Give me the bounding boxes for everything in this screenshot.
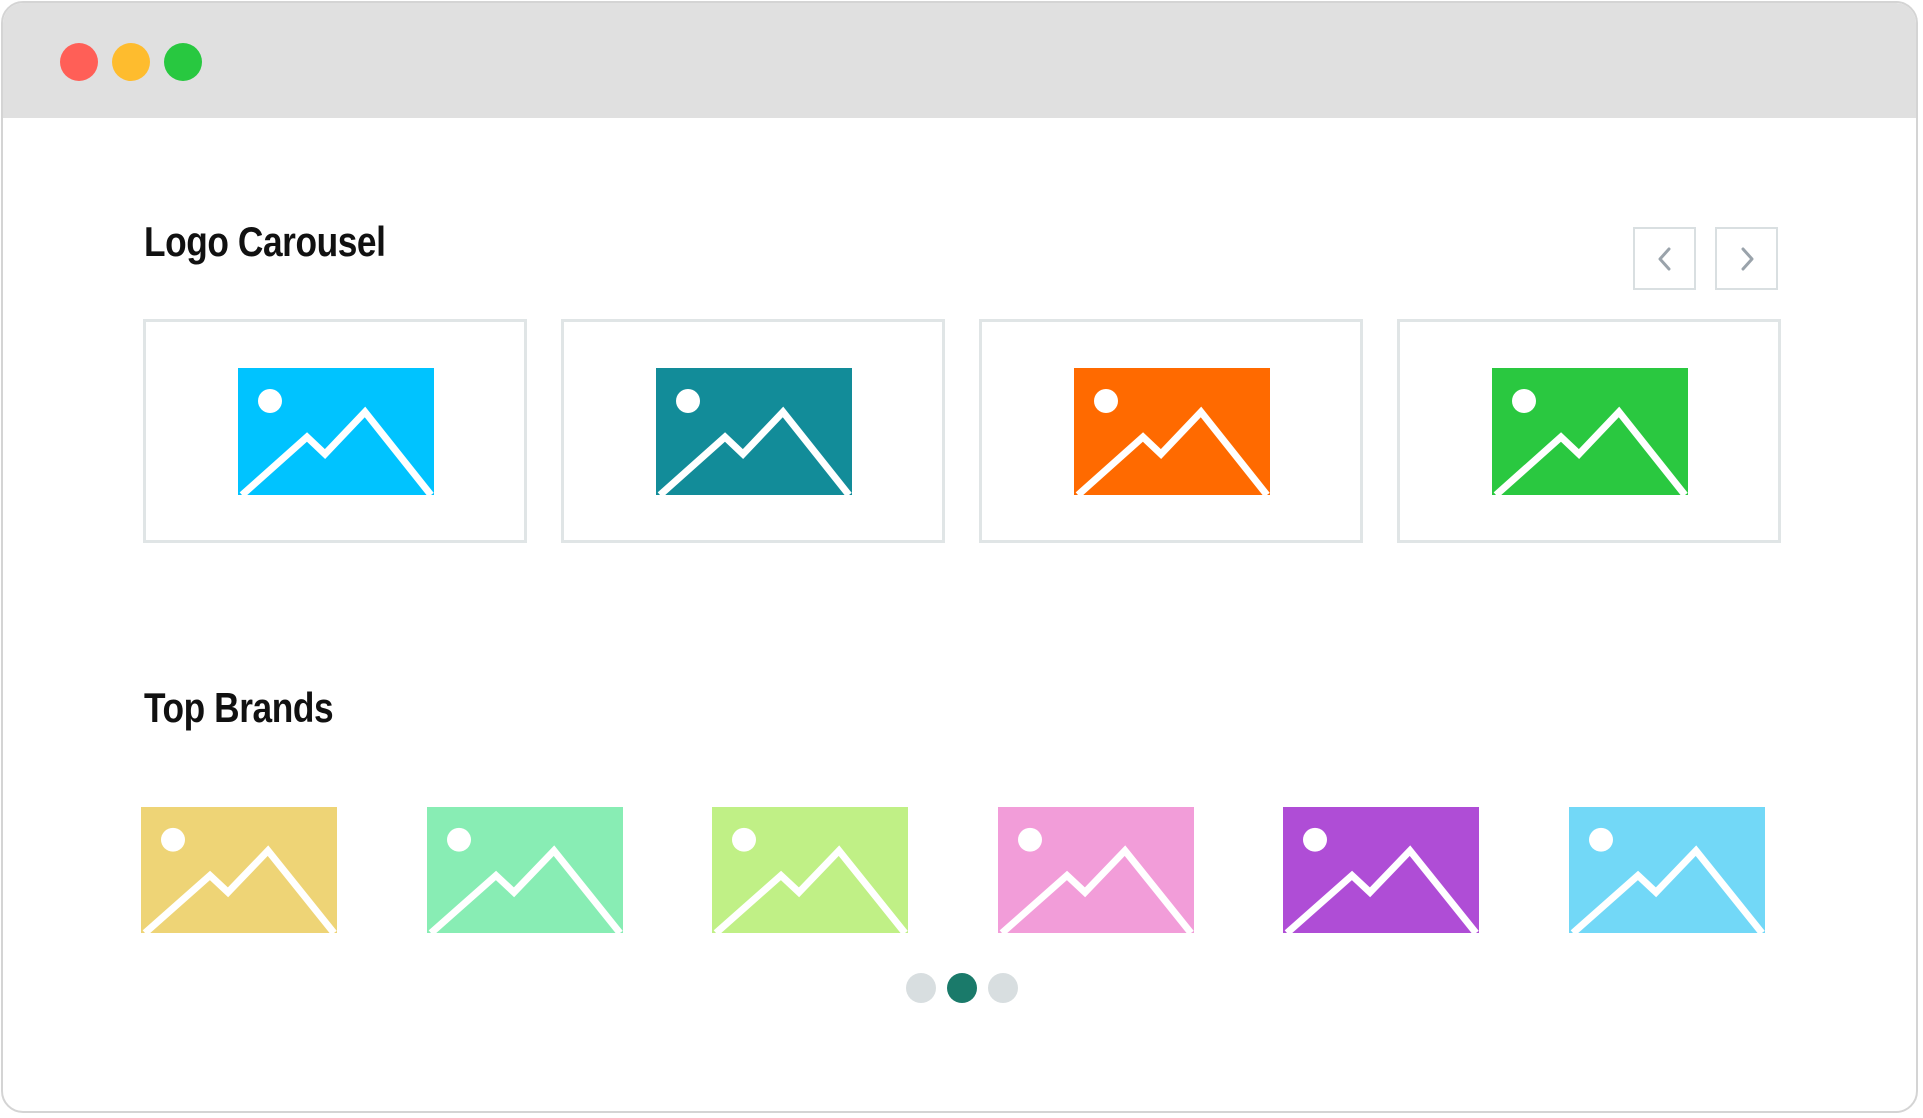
minimize-window-button[interactable]	[112, 43, 150, 81]
carousel-prev-button[interactable]	[1633, 227, 1696, 290]
image-placeholder-icon[interactable]	[141, 807, 337, 933]
pagination-dot[interactable]	[988, 973, 1018, 1003]
maximize-window-button[interactable]	[164, 43, 202, 81]
image-placeholder-icon	[1074, 368, 1270, 495]
image-placeholder-icon	[656, 368, 852, 495]
browser-window	[1, 1, 1918, 1113]
image-placeholder-icon[interactable]	[1283, 807, 1479, 933]
chevron-right-icon	[1741, 247, 1753, 270]
logo-card[interactable]	[143, 319, 527, 543]
image-placeholder-icon	[1492, 368, 1688, 495]
pagination-dot[interactable]	[906, 973, 936, 1003]
logo-carousel-title: Logo Carousel	[144, 218, 386, 265]
image-placeholder-icon[interactable]	[1569, 807, 1765, 933]
top-brands-title: Top Brands	[144, 684, 334, 731]
logo-card[interactable]	[1397, 319, 1781, 543]
logo-card[interactable]	[979, 319, 1363, 543]
image-placeholder-icon[interactable]	[712, 807, 908, 933]
pagination-dot[interactable]	[947, 973, 977, 1003]
chevron-left-icon	[1658, 247, 1670, 270]
logo-card[interactable]	[561, 319, 945, 543]
image-placeholder-icon[interactable]	[427, 807, 623, 933]
image-placeholder-icon	[238, 368, 434, 495]
carousel-next-button[interactable]	[1715, 227, 1778, 290]
close-window-button[interactable]	[60, 43, 98, 81]
image-placeholder-icon[interactable]	[998, 807, 1194, 933]
window-titlebar	[3, 3, 1916, 118]
